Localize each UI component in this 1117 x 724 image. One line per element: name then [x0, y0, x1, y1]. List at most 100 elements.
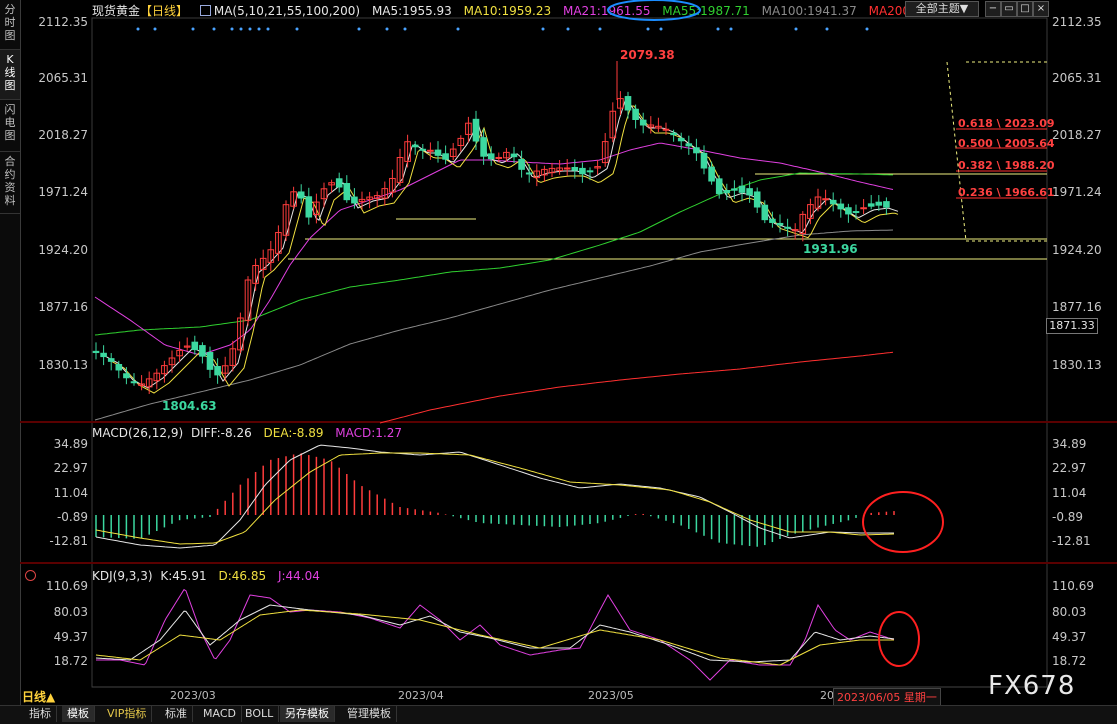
candlestick — [510, 153, 518, 158]
moving-average-line — [108, 105, 899, 394]
tab-save-template[interactable]: 另存模板 — [280, 706, 335, 722]
event-marker — [794, 27, 798, 31]
tab-boll[interactable]: BOLL — [240, 706, 280, 722]
macd-label-left: 22.97 — [54, 461, 88, 475]
low-price-label: 1931.96 — [803, 242, 858, 256]
candlestick — [419, 148, 427, 151]
macd-label-left: 34.89 — [54, 437, 88, 451]
moving-average-line — [379, 351, 894, 424]
macd-label-left: -0.89 — [57, 510, 88, 524]
fib-level-label: 0.382 \ 1988.20 — [958, 159, 1055, 172]
candlestick — [693, 147, 700, 154]
candlestick — [123, 373, 130, 379]
price-label-right: 1971.24 — [1052, 185, 1102, 199]
price-label-left: 2112.35 — [38, 15, 88, 29]
candlestick — [305, 196, 313, 218]
candlestick — [571, 167, 579, 171]
price-label-right: 1877.16 — [1052, 300, 1102, 314]
candlestick — [700, 152, 708, 169]
candlestick — [677, 137, 685, 142]
event-marker — [646, 27, 650, 31]
price-axis: 2112.35 2065.31 2018.27 1971.24 1924.20 … — [38, 15, 1101, 372]
kdj-j-line — [96, 588, 895, 681]
price-label-right: 2065.31 — [1052, 71, 1102, 85]
candlestick — [867, 203, 875, 207]
macd-label-right: -12.81 — [1052, 534, 1091, 548]
price-label-right: 2112.35 — [1052, 15, 1102, 29]
kdj-k-line — [95, 604, 895, 663]
tab-template[interactable]: 模板 — [62, 706, 95, 722]
candlestick — [206, 352, 214, 370]
price-label-left: 1877.16 — [38, 300, 88, 314]
event-marker — [295, 27, 299, 31]
kdj-d-line — [95, 609, 894, 666]
candlesticks — [92, 61, 890, 394]
macd-label-left: -12.81 — [49, 534, 88, 548]
candlestick — [495, 156, 503, 159]
event-marker — [541, 27, 545, 31]
event-marker — [566, 27, 570, 31]
candlestick — [761, 204, 769, 221]
tab-vip-indicator[interactable]: VIP指标 — [102, 706, 153, 722]
month-label: 2023/04 — [398, 689, 444, 702]
candlestick — [297, 191, 305, 199]
candlestick — [199, 345, 206, 357]
candlestick — [335, 178, 343, 188]
event-markers — [136, 27, 869, 31]
candlestick — [883, 201, 890, 208]
macd-label-right: 34.89 — [1052, 437, 1086, 451]
fib-level-label: 0.618 \ 2023.09 — [958, 117, 1055, 130]
event-marker — [212, 27, 216, 31]
candlestick — [738, 185, 746, 193]
macd-label-left: 11.04 — [54, 486, 88, 500]
candlestick — [351, 196, 358, 204]
candlestick — [662, 128, 670, 131]
tab-macd[interactable]: MACD — [198, 706, 242, 722]
event-marker — [659, 27, 663, 31]
candlestick — [731, 188, 738, 191]
candlestick — [427, 149, 434, 152]
candlestick — [875, 201, 883, 206]
event-marker — [385, 27, 389, 31]
event-marker — [191, 27, 195, 31]
macd-highlight-circle — [862, 491, 944, 553]
candlestick — [670, 132, 677, 136]
kdj-label-left: 80.03 — [54, 605, 88, 619]
fib-level-label: 0.236 \ 1966.61 — [958, 186, 1055, 199]
candlestick — [92, 350, 100, 354]
macd-label-right: 22.97 — [1052, 461, 1086, 475]
moving-average-line — [102, 100, 899, 389]
event-marker — [865, 27, 869, 31]
candlestick — [829, 199, 837, 205]
price-label-left: 1924.20 — [38, 243, 88, 257]
candlestick — [632, 108, 639, 120]
candlestick — [685, 143, 693, 147]
candlestick — [860, 207, 867, 210]
candlestick — [518, 159, 525, 170]
month-label: 2023/05 — [588, 689, 634, 702]
candlestick — [837, 203, 845, 210]
current-price-box: 1871.33 — [1046, 318, 1098, 334]
tab-indicator[interactable]: 指标 — [24, 706, 57, 722]
candlestick — [115, 363, 123, 371]
event-marker — [239, 27, 243, 31]
tab-standard[interactable]: 标准 — [160, 706, 193, 722]
candlestick — [214, 365, 221, 376]
tab-manage-template[interactable]: 管理模板 — [342, 706, 397, 722]
price-label-left: 2065.31 — [38, 71, 88, 85]
highlight-ellipse — [607, 0, 701, 21]
period-toggle[interactable]: 日线▲ — [22, 689, 55, 705]
candlestick — [639, 119, 647, 126]
candlestick — [845, 207, 852, 215]
kdj-label-right: 80.03 — [1052, 605, 1086, 619]
event-marker — [825, 27, 829, 31]
candlestick — [753, 191, 761, 208]
fib-level-label: 0.500 \ 2005.64 — [958, 137, 1055, 150]
candlestick — [442, 153, 449, 160]
candlestick — [411, 144, 419, 148]
candlestick — [487, 153, 495, 160]
candlestick — [472, 118, 480, 142]
event-marker — [266, 27, 270, 31]
price-label-right: 1830.13 — [1052, 358, 1102, 372]
event-marker — [403, 27, 407, 31]
